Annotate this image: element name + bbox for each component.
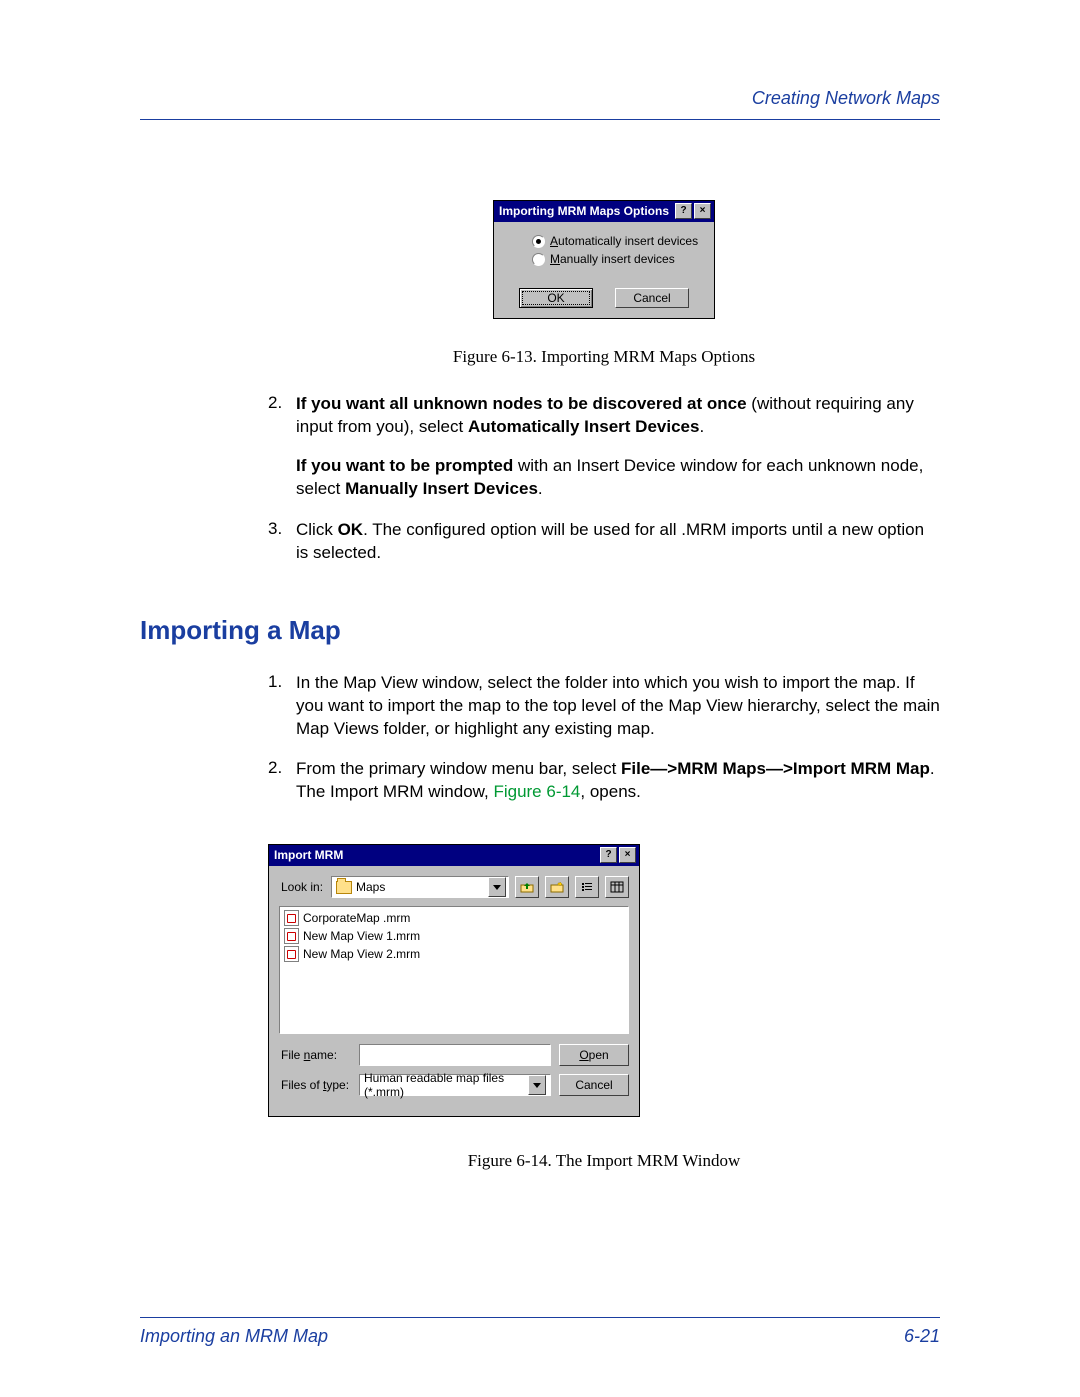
radio-auto-label: Automatically insert devices: [550, 234, 698, 248]
look-in-dropdown[interactable]: Maps: [331, 876, 509, 898]
cancel-button[interactable]: Cancel: [615, 288, 689, 308]
list-item: From the primary window menu bar, select…: [296, 758, 940, 804]
list-number: 1.: [268, 672, 296, 741]
file-list[interactable]: CorporateMap .mrm New Map View 1.mrm New…: [279, 906, 629, 1034]
options-dialog-titlebar: Importing MRM Maps Options ? ×: [494, 201, 714, 222]
new-folder-icon[interactable]: [545, 876, 569, 898]
help-icon[interactable]: ?: [675, 203, 692, 219]
list-view-icon[interactable]: [575, 876, 599, 898]
look-in-value: Maps: [356, 880, 385, 894]
list-number: 2.: [268, 758, 296, 804]
figure-reference-link[interactable]: Figure 6-14: [493, 782, 580, 801]
up-one-level-icon[interactable]: [515, 876, 539, 898]
open-button[interactable]: Open: [559, 1044, 629, 1066]
list-number: 2.: [268, 393, 296, 501]
mrm-file-icon: [284, 910, 299, 926]
header-section: Creating Network Maps: [140, 80, 940, 119]
import-dialog-titlebar: Import MRM ? ×: [269, 845, 639, 866]
mrm-file-icon: [284, 946, 299, 962]
list-item: In the Map View window, select the folde…: [296, 672, 940, 741]
radio-auto-insert[interactable]: Automatically insert devices: [532, 234, 700, 248]
radio-unselected-icon: [532, 253, 545, 266]
file-item[interactable]: New Map View 1.mrm: [284, 928, 624, 944]
close-icon[interactable]: ×: [694, 203, 711, 219]
page-number: 6-21: [904, 1326, 940, 1347]
radio-manual-label: Manually insert devices: [550, 252, 675, 266]
filetype-label: Files of type:: [281, 1078, 351, 1092]
file-item[interactable]: New Map View 2.mrm: [284, 946, 624, 962]
radio-manual-insert[interactable]: Manually insert devices: [532, 252, 700, 266]
filetype-dropdown[interactable]: Human readable map files (*.mrm): [359, 1074, 551, 1096]
footer-section: Importing an MRM Map: [140, 1326, 328, 1347]
chevron-down-icon[interactable]: [488, 877, 506, 897]
figure-6-13-caption: Figure 6-13. Importing MRM Maps Options: [268, 347, 940, 367]
look-in-label: Look in:: [281, 880, 325, 894]
filename-label: File name:: [281, 1048, 351, 1062]
mrm-file-icon: [284, 928, 299, 944]
list-item: If you want all unknown nodes to be disc…: [296, 393, 940, 501]
close-icon[interactable]: ×: [619, 847, 636, 863]
filename-input[interactable]: [359, 1044, 551, 1066]
options-dialog: Importing MRM Maps Options ? × Automatic…: [493, 200, 715, 319]
list-item: Click OK. The configured option will be …: [296, 519, 940, 565]
import-mrm-dialog: Import MRM ? × Look in: Maps: [268, 844, 640, 1117]
folder-icon: [336, 881, 352, 894]
file-item[interactable]: CorporateMap .mrm: [284, 910, 624, 926]
options-dialog-title: Importing MRM Maps Options: [499, 204, 673, 218]
list-number: 3.: [268, 519, 296, 565]
cancel-button[interactable]: Cancel: [559, 1074, 629, 1096]
chevron-down-icon[interactable]: [528, 1075, 546, 1095]
import-dialog-title: Import MRM: [274, 848, 598, 862]
help-icon[interactable]: ?: [600, 847, 617, 863]
radio-selected-icon: [532, 235, 545, 248]
figure-6-14-caption: Figure 6-14. The Import MRM Window: [268, 1151, 940, 1171]
ok-button[interactable]: OK: [519, 288, 593, 308]
heading-importing-map: Importing a Map: [140, 615, 940, 646]
details-view-icon[interactable]: [605, 876, 629, 898]
